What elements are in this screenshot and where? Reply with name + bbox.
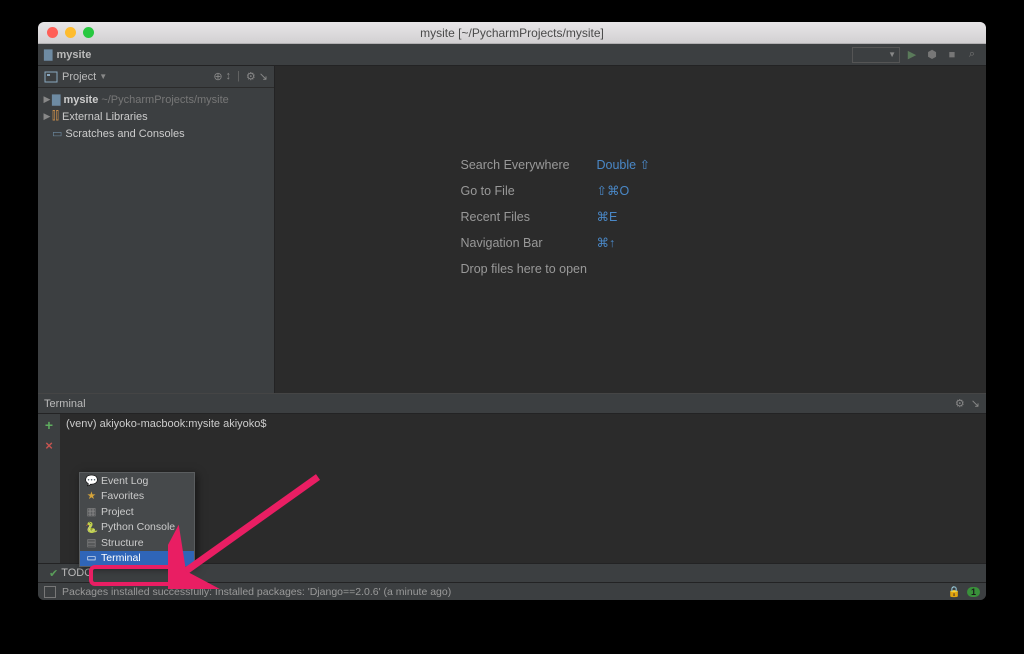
- close-icon[interactable]: [47, 27, 58, 38]
- project-icon: [44, 70, 58, 84]
- project-tool-label: Project: [62, 71, 96, 83]
- python-icon: 🐍: [85, 521, 98, 534]
- hint-navigation-bar: Navigation Bar ⌘↑: [461, 230, 801, 256]
- hide-icon[interactable]: ↘: [259, 70, 268, 83]
- project-tool-header[interactable]: Project ▼ ⊕ ↕ | ⚙ ↘: [38, 66, 274, 88]
- terminal-title: Terminal: [44, 398, 86, 410]
- tab-todo[interactable]: ✔ TODO: [44, 567, 98, 580]
- ctx-favorites[interactable]: ★Favorites: [80, 489, 194, 505]
- terminal-prompt: (venv) akiyoko-macbook:mysite akiyoko$: [66, 418, 267, 430]
- tree-scratches[interactable]: ▭ Scratches and Consoles: [42, 125, 270, 142]
- terminal-header[interactable]: Terminal ⚙ ↘: [38, 394, 986, 414]
- welcome-hints: Search Everywhere Double ⇧ Go to File ⇧⌘…: [461, 152, 801, 282]
- ctx-python-console[interactable]: 🐍Python Console: [80, 520, 194, 536]
- library-icon: ⫿⫿: [52, 110, 59, 123]
- collapse-icon[interactable]: ↕: [226, 70, 232, 83]
- traffic-lights: [38, 27, 94, 38]
- breadcrumb-root[interactable]: mysite: [56, 49, 91, 61]
- terminal-gutter: + ×: [38, 414, 60, 563]
- terminal-icon: ▭: [85, 552, 98, 564]
- lock-icon[interactable]: 🔒: [948, 585, 961, 598]
- titlebar: mysite [~/PycharmProjects/mysite]: [38, 22, 986, 44]
- zoom-icon[interactable]: [83, 27, 94, 38]
- run-button[interactable]: ▶: [904, 47, 920, 63]
- tree-external-libraries[interactable]: ▶ ⫿⫿ External Libraries: [42, 108, 270, 125]
- ctx-terminal[interactable]: ▭Terminal: [80, 551, 194, 567]
- project-tree[interactable]: ▶ ▇ mysite ~/PycharmProjects/mysite ▶ ⫿⫿…: [38, 88, 274, 145]
- bubble-icon: 💬: [85, 474, 98, 487]
- terminal-tool-window: Terminal ⚙ ↘ + × (venv) akiyoko-macbook:…: [38, 393, 986, 563]
- ctx-project[interactable]: ▦Project: [80, 504, 194, 520]
- chevron-down-icon[interactable]: ▼: [99, 72, 107, 81]
- project-tool-actions: ⊕ ↕ | ⚙ ↘: [213, 70, 268, 83]
- hint-search-everywhere: Search Everywhere Double ⇧: [461, 152, 801, 178]
- folder-icon: ▇: [44, 48, 52, 61]
- gear-icon[interactable]: ⚙: [955, 397, 965, 410]
- star-icon: ★: [85, 490, 98, 502]
- check-icon: ✔: [49, 567, 58, 580]
- scratch-icon: ▭: [52, 127, 62, 140]
- ide-window: mysite [~/PycharmProjects/mysite] ▇ mysi…: [38, 22, 986, 600]
- run-config-dropdown[interactable]: ▼: [852, 47, 900, 63]
- chevron-down-icon: ▼: [888, 50, 896, 59]
- hide-icon[interactable]: ↘: [971, 397, 980, 410]
- gear-icon[interactable]: ⚙: [246, 70, 256, 83]
- ctx-event-log[interactable]: 💬Event Log: [80, 473, 194, 489]
- close-session-button[interactable]: ×: [45, 438, 53, 453]
- hint-drop-files: Drop files here to open: [461, 256, 801, 282]
- folder-icon: ▇: [52, 93, 60, 106]
- terminal-body: + × (venv) akiyoko-macbook:mysite akiyok…: [38, 414, 986, 563]
- window-title: mysite [~/PycharmProjects/mysite]: [38, 26, 986, 40]
- main-content: Project ▼ ⊕ ↕ | ⚙ ↘ ▶ ▇ mysite ~/Pycharm…: [38, 66, 986, 393]
- debug-button[interactable]: ⬢: [924, 47, 940, 63]
- status-bar: Packages installed successfully: Install…: [38, 582, 986, 600]
- hint-go-to-file: Go to File ⇧⌘O: [461, 178, 801, 204]
- terminal-output[interactable]: (venv) akiyoko-macbook:mysite akiyoko$ 💬…: [60, 414, 986, 563]
- locate-icon[interactable]: ⊕: [213, 70, 222, 83]
- tree-root[interactable]: ▶ ▇ mysite ~/PycharmProjects/mysite: [42, 91, 270, 108]
- tool-window-context-menu: 💬Event Log ★Favorites ▦Project 🐍Python C…: [79, 472, 195, 567]
- stop-button[interactable]: ■: [944, 47, 960, 63]
- navigation-bar: ▇ mysite ▼ ▶ ⬢ ■ ⌕: [38, 44, 986, 66]
- hint-recent-files: Recent Files ⌘E: [461, 204, 801, 230]
- new-session-button[interactable]: +: [45, 417, 53, 433]
- editor-area[interactable]: Search Everywhere Double ⇧ Go to File ⇧⌘…: [275, 66, 986, 393]
- status-message: Packages installed successfully: Install…: [62, 586, 451, 598]
- project-tool-window: Project ▼ ⊕ ↕ | ⚙ ↘ ▶ ▇ mysite ~/Pycharm…: [38, 66, 275, 393]
- minimize-icon[interactable]: [65, 27, 76, 38]
- structure-icon: ▤: [85, 537, 98, 549]
- notification-badge[interactable]: 1: [967, 587, 980, 597]
- search-icon[interactable]: ⌕: [964, 47, 980, 63]
- status-toggle-icon[interactable]: [44, 586, 56, 598]
- ctx-structure[interactable]: ▤Structure: [80, 535, 194, 551]
- chevron-right-icon[interactable]: ▶: [42, 94, 52, 105]
- project-icon: ▦: [85, 506, 98, 518]
- chevron-right-icon[interactable]: ▶: [42, 111, 52, 122]
